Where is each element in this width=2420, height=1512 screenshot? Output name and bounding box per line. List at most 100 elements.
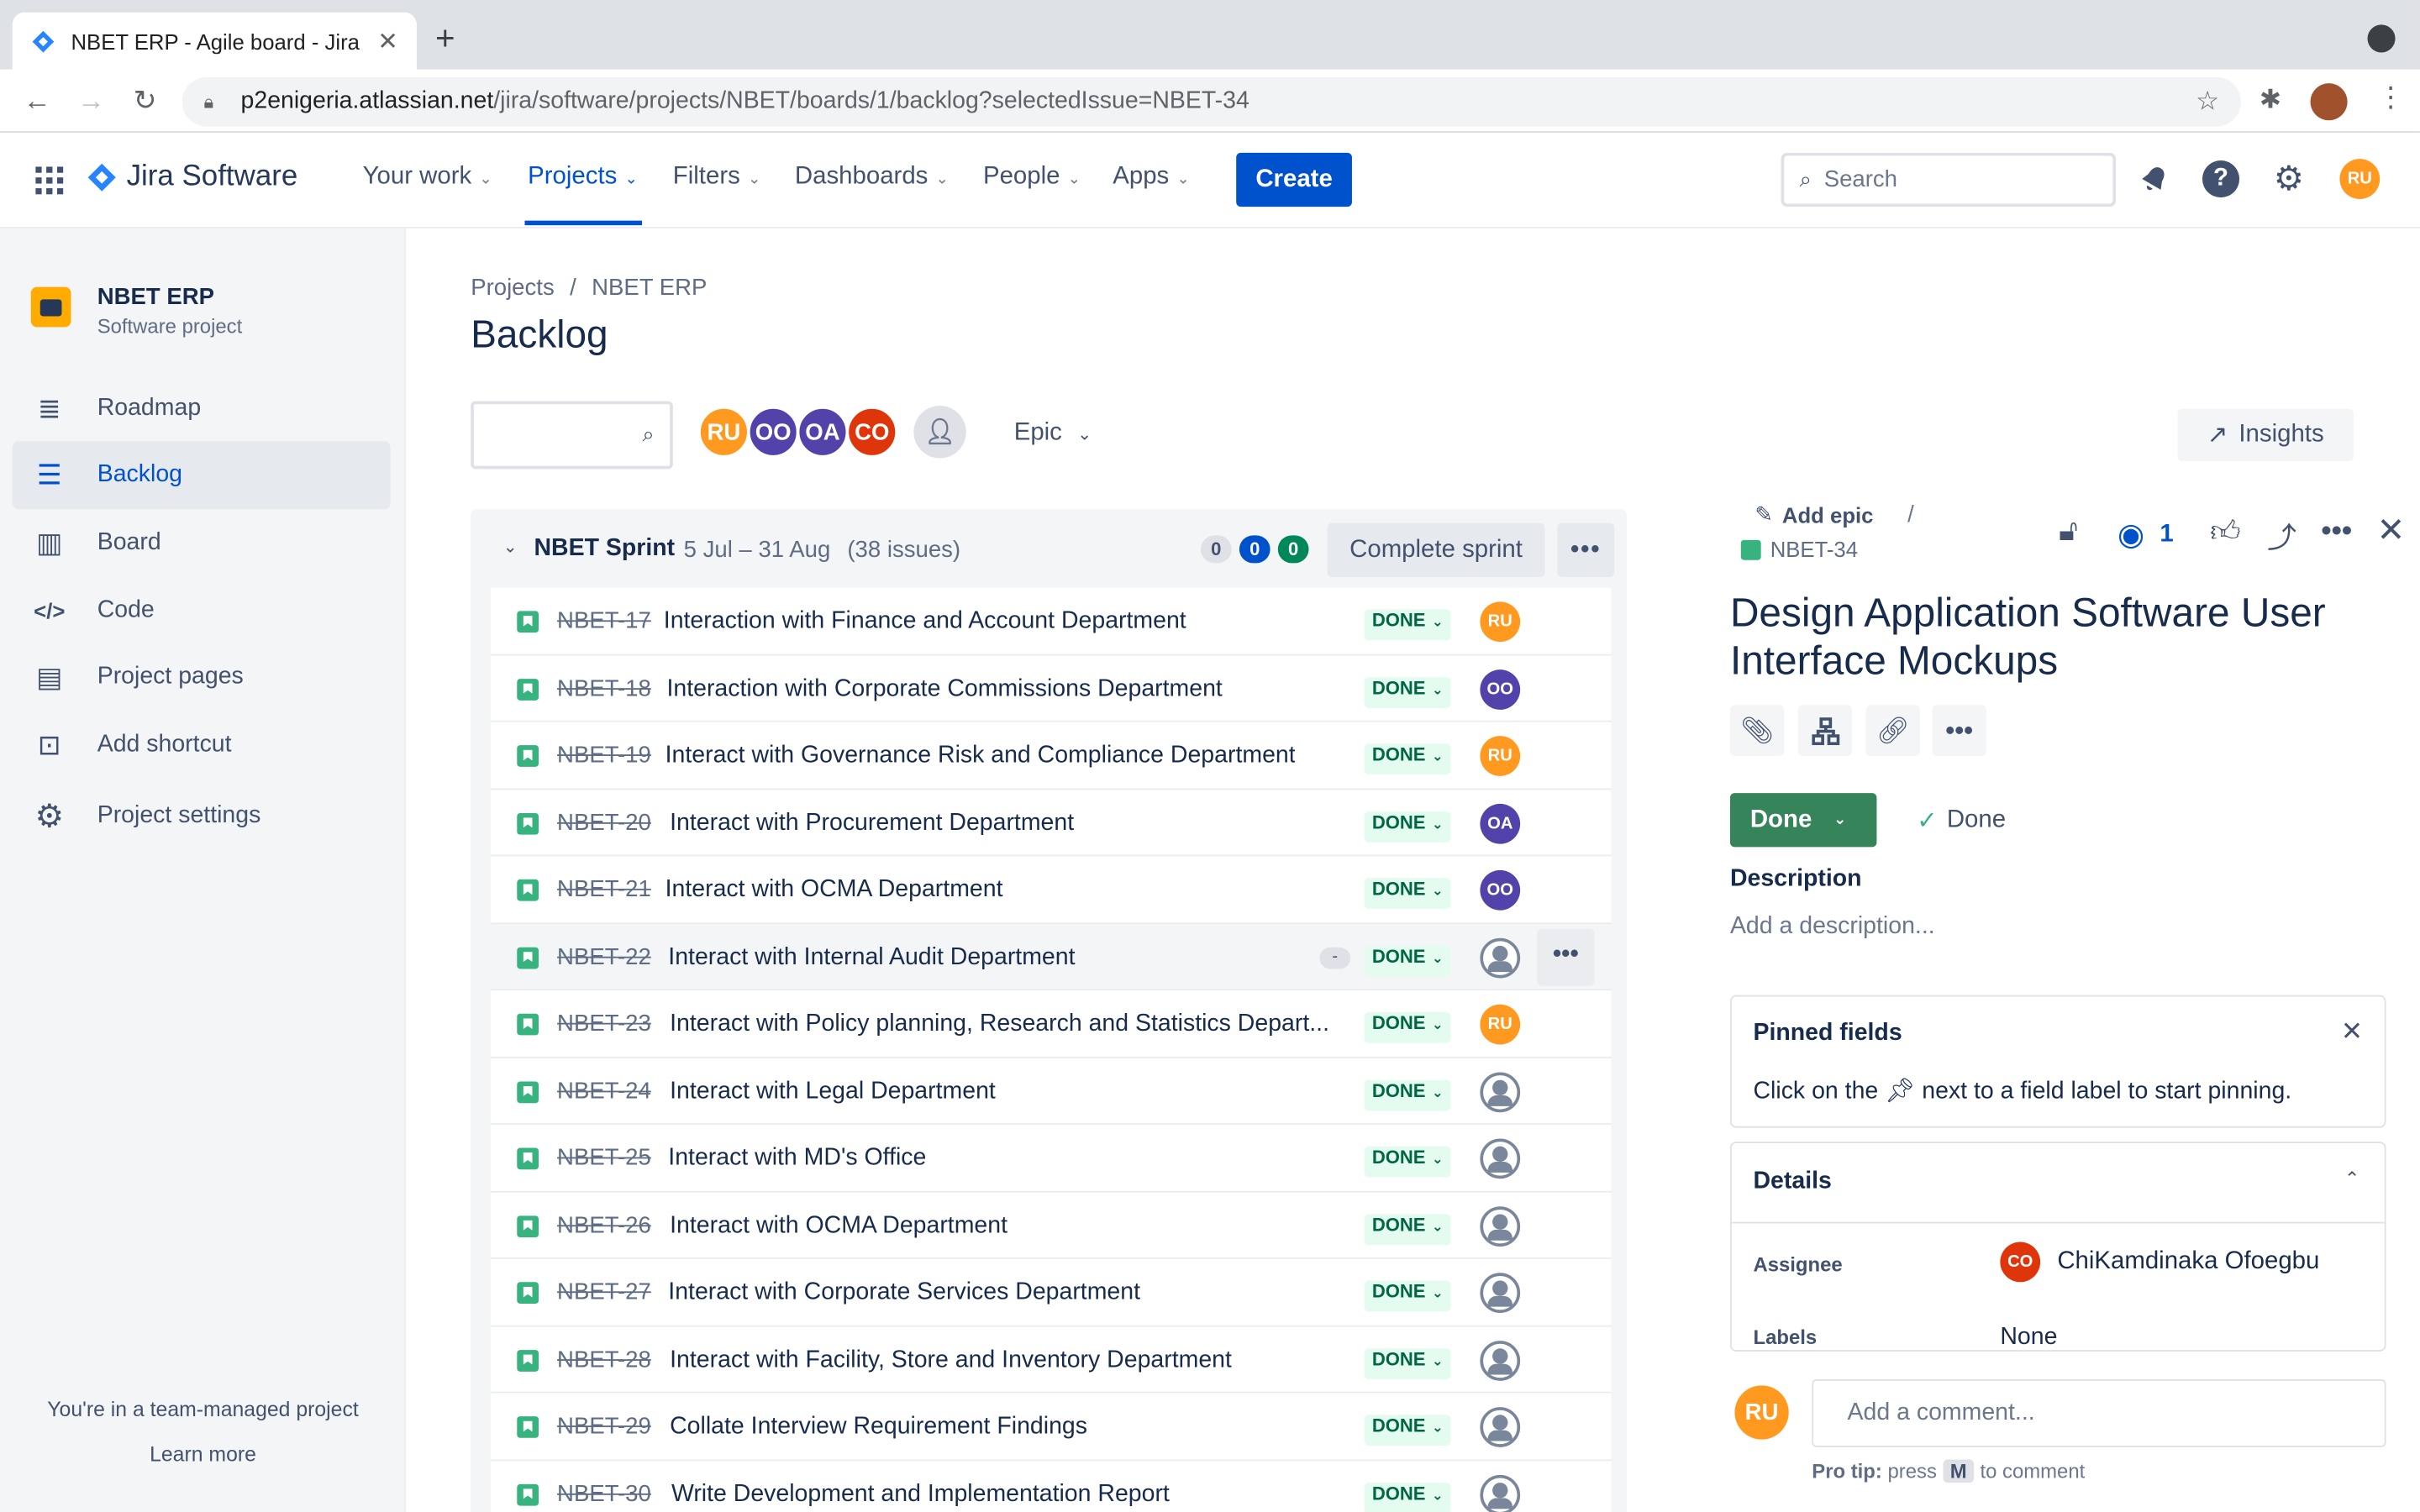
reload-icon[interactable]: ↻ bbox=[128, 85, 161, 118]
nav-your-work[interactable]: Your work ⌄ bbox=[363, 164, 492, 192]
insights-button[interactable]: ↗ Insights bbox=[2177, 408, 2354, 462]
nav-people[interactable]: People ⌄ bbox=[983, 164, 1081, 192]
issue-row[interactable]: NBET-28 Interact with Facility, Store and… bbox=[491, 1326, 1612, 1394]
breadcrumb-projects[interactable]: Projects bbox=[471, 275, 555, 301]
issue-row[interactable]: NBET-22 Interact with Internal Audit Depa… bbox=[491, 923, 1612, 991]
backlog-search-input[interactable]: ⌕ bbox=[471, 401, 673, 470]
search-input[interactable]: ⌕ Search bbox=[1781, 152, 2117, 207]
sidebar-item-board[interactable]: ▥ Board bbox=[13, 509, 391, 577]
sidebar-item-add-shortcut[interactable]: ⊡ Add shortcut bbox=[13, 711, 391, 780]
issue-key[interactable]: NBET-29 bbox=[557, 1413, 651, 1439]
description-field[interactable]: Add a description... bbox=[1730, 913, 1935, 941]
details-header[interactable]: Details ⌃ bbox=[1731, 1143, 2385, 1224]
assignee-field[interactable]: CO ChiKamdinaka Ofoegbu bbox=[2000, 1242, 2319, 1283]
issue-key[interactable]: NBET-19 bbox=[557, 742, 651, 768]
issue-row[interactable]: NBET-19 Interact with Governance Risk and… bbox=[491, 722, 1612, 790]
unassigned-avatar-icon[interactable] bbox=[1480, 1205, 1521, 1247]
issue-title[interactable]: Design Application Software User Interfa… bbox=[1730, 590, 2394, 685]
nav-projects[interactable]: Projects ⌄ bbox=[528, 164, 638, 192]
add-people-icon[interactable]: 👤︎ bbox=[913, 406, 966, 459]
complete-sprint-button[interactable]: Complete sprint bbox=[1327, 522, 1545, 577]
issue-row[interactable]: NBET-21 Interact with OCMA Department DONE… bbox=[491, 856, 1612, 924]
issue-key[interactable]: NBET-28 bbox=[557, 1347, 651, 1373]
link-icon[interactable]: 🔗︎ bbox=[1865, 705, 1920, 756]
assignee-avatar[interactable]: RU bbox=[1480, 736, 1521, 776]
settings-gear-icon[interactable]: ⚙ bbox=[2270, 159, 2307, 197]
issue-row[interactable]: NBET-20 Interact with Procurement Departm… bbox=[491, 789, 1612, 857]
status-dropdown[interactable]: DONE ⌄ bbox=[1364, 811, 1451, 842]
filter-avatar-oo[interactable]: OO bbox=[746, 406, 800, 459]
issue-key[interactable]: NBET-26 bbox=[557, 1212, 651, 1238]
more-icon[interactable]: ••• bbox=[1932, 705, 1986, 756]
issue-key[interactable]: NBET-20 bbox=[557, 809, 651, 835]
new-tab-icon[interactable]: + bbox=[435, 18, 455, 59]
issue-key[interactable]: NBET-24 bbox=[557, 1078, 651, 1104]
child-issue-icon[interactable] bbox=[1797, 705, 1853, 756]
user-avatar[interactable]: RU bbox=[2339, 159, 2381, 199]
learn-more-link[interactable]: Learn more bbox=[0, 1442, 406, 1466]
row-more-icon[interactable]: ••• bbox=[1537, 927, 1595, 985]
issue-row[interactable]: NBET-27 Interact with Corporate Services … bbox=[491, 1258, 1612, 1326]
unassigned-avatar-icon[interactable] bbox=[1480, 1473, 1521, 1512]
nav-filters[interactable]: Filters ⌄ bbox=[673, 164, 761, 192]
issue-key[interactable]: NBET-18 bbox=[557, 675, 651, 701]
tab-search-icon[interactable] bbox=[2367, 24, 2396, 53]
status-dropdown[interactable]: DONE ⌄ bbox=[1364, 1146, 1451, 1178]
issue-key[interactable]: NBET-27 bbox=[557, 1279, 651, 1305]
lock-icon[interactable]: 🔓︎ bbox=[2059, 515, 2078, 549]
filter-avatar-co[interactable]: CO bbox=[845, 406, 898, 459]
sidebar-item-roadmap[interactable]: ≣ Roadmap bbox=[13, 375, 391, 443]
unassigned-avatar-icon[interactable] bbox=[1480, 1407, 1521, 1447]
extensions-icon[interactable]: ✱ bbox=[2260, 85, 2281, 116]
issue-row[interactable]: NBET-23 Interact with Policy planning, Re… bbox=[491, 990, 1612, 1058]
issue-row[interactable]: NBET-18 Interaction with Corporate Commis… bbox=[491, 654, 1612, 722]
epic-filter-dropdown[interactable]: Epic ⌄ bbox=[1014, 420, 1092, 448]
assignee-avatar[interactable]: RU bbox=[1480, 601, 1521, 643]
status-dropdown[interactable]: DONE ⌄ bbox=[1364, 609, 1451, 641]
unassigned-avatar-icon[interactable] bbox=[1480, 1273, 1521, 1314]
tab-close-icon[interactable]: ✕ bbox=[377, 25, 398, 56]
unassigned-avatar-icon[interactable] bbox=[1480, 1340, 1521, 1380]
status-dropdown[interactable]: DONE ⌄ bbox=[1364, 1415, 1451, 1446]
status-dropdown[interactable]: Done ⌄ bbox=[1729, 793, 1877, 848]
status-dropdown[interactable]: DONE ⌄ bbox=[1364, 1280, 1451, 1312]
browser-menu-icon[interactable]: ⋮ bbox=[2377, 81, 2405, 114]
assignee-avatar[interactable]: OO bbox=[1480, 669, 1521, 709]
comment-input[interactable]: Add a comment... bbox=[1812, 1379, 2386, 1447]
assignee-avatar[interactable]: OA bbox=[1480, 803, 1521, 843]
sprint-more-icon[interactable]: ••• bbox=[1557, 522, 1615, 577]
sprint-header[interactable]: ⌄ NBET Sprint 5 Jul – 31 Aug (38 issues)… bbox=[471, 509, 1627, 590]
attach-icon[interactable]: 📎︎ bbox=[1729, 705, 1785, 756]
status-dropdown[interactable]: DONE ⌄ bbox=[1364, 1011, 1451, 1043]
issue-row[interactable]: NBET-25 Interact with MD's Office DONE ⌄ bbox=[491, 1124, 1612, 1192]
sidebar-item-project-settings[interactable]: ⚙ Project settings bbox=[13, 782, 391, 850]
issue-row[interactable]: NBET-26 Interact with OCMA Department DONE… bbox=[491, 1191, 1612, 1259]
chevron-down-icon[interactable]: ⌄ bbox=[503, 537, 518, 557]
filter-avatar-ru[interactable]: RU bbox=[697, 406, 750, 459]
breadcrumb-project[interactable]: NBET ERP bbox=[592, 275, 707, 301]
status-dropdown[interactable]: DONE ⌄ bbox=[1364, 878, 1451, 909]
unassigned-avatar-icon[interactable] bbox=[1480, 937, 1521, 978]
status-dropdown[interactable]: DONE ⌄ bbox=[1364, 1482, 1451, 1512]
issue-row[interactable]: NBET-30 Write Development and Implementat… bbox=[491, 1460, 1612, 1512]
forward-icon[interactable]: → bbox=[74, 85, 108, 118]
issue-key[interactable]: NBET-30 bbox=[557, 1480, 651, 1506]
status-dropdown[interactable]: DONE ⌄ bbox=[1364, 944, 1451, 976]
issue-row[interactable]: NBET-29 Collate Interview Requirement Fin… bbox=[491, 1393, 1612, 1461]
issue-key[interactable]: NBET-34 bbox=[1740, 537, 1858, 562]
app-switcher-icon[interactable] bbox=[35, 166, 64, 202]
issue-key[interactable]: NBET-23 bbox=[557, 1011, 651, 1037]
issue-key[interactable]: NBET-25 bbox=[557, 1145, 651, 1171]
thumbs-up-icon[interactable]: 👍︎ bbox=[2210, 515, 2240, 550]
labels-value[interactable]: None bbox=[2000, 1324, 2057, 1350]
status-dropdown[interactable]: DONE ⌄ bbox=[1364, 1079, 1451, 1110]
close-icon[interactable]: ✕ bbox=[2341, 1016, 2363, 1047]
create-button[interactable]: Create bbox=[1236, 152, 1352, 207]
assignee-avatar[interactable]: OO bbox=[1480, 869, 1521, 911]
issue-key[interactable]: NBET-22 bbox=[557, 943, 651, 969]
help-icon[interactable]: ? bbox=[2202, 160, 2240, 198]
filter-avatar-oa[interactable]: OA bbox=[796, 406, 850, 459]
unassigned-avatar-icon[interactable] bbox=[1480, 1138, 1521, 1179]
nav-dashboards[interactable]: Dashboards ⌄ bbox=[795, 164, 949, 192]
assignee-avatar[interactable]: RU bbox=[1480, 1004, 1521, 1045]
